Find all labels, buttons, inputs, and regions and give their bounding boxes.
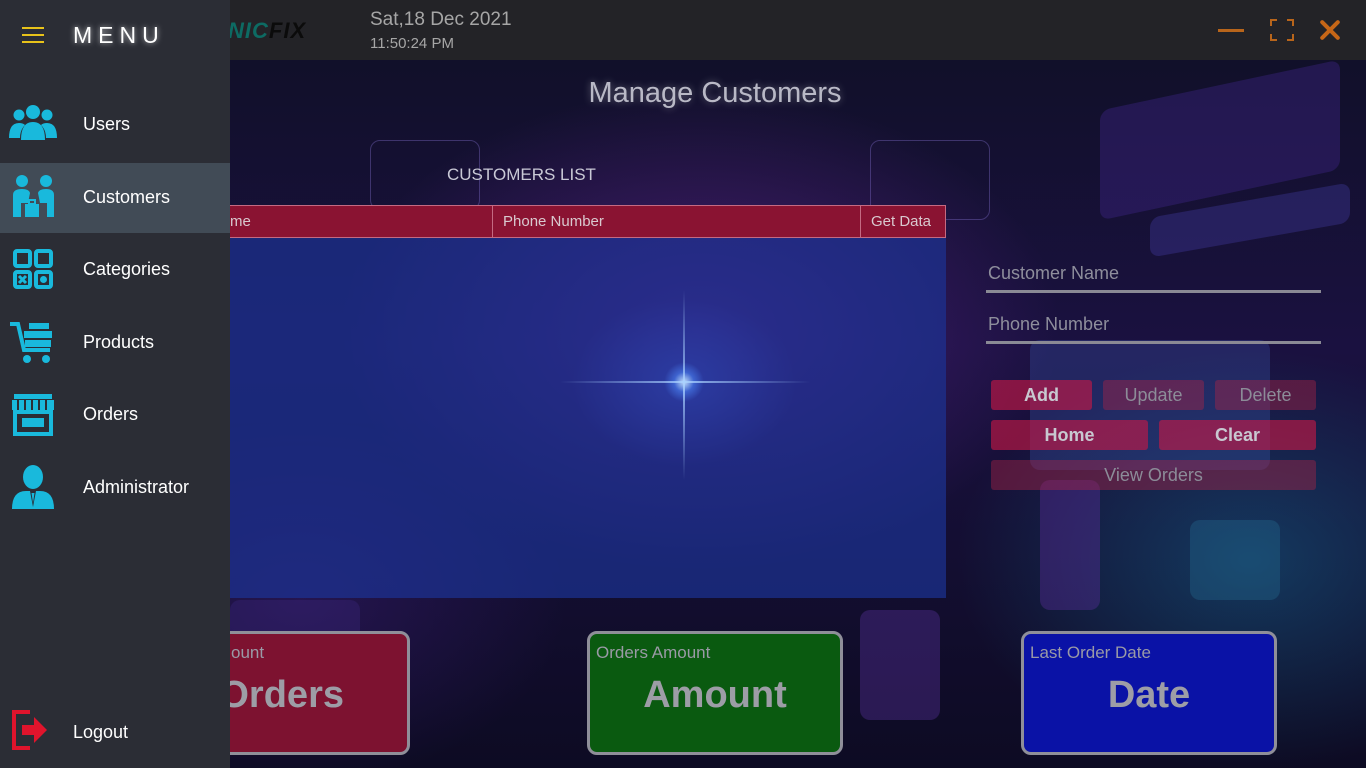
column-header-name[interactable]: me (230, 206, 493, 237)
customer-name-input[interactable] (986, 257, 1321, 290)
last-order-date-value: Date (1107, 674, 1191, 716)
menu-title: MENU (73, 22, 165, 48)
current-time: 11:50:24 PM (370, 35, 454, 52)
orders-amount-label: Orders Amount (596, 643, 711, 662)
phone-number-input[interactable] (986, 308, 1321, 341)
customers-list-caption: CUSTOMERS LIST (447, 165, 596, 184)
home-button[interactable]: Home (991, 420, 1148, 450)
maximize-icon[interactable] (1267, 14, 1297, 46)
hamburger-menu-icon[interactable] (22, 25, 44, 45)
app-brand: NICFIX (228, 18, 306, 44)
add-button[interactable]: Add (991, 380, 1092, 410)
sidebar-item-label: Administrator (83, 477, 190, 497)
categories-icon (13, 249, 53, 289)
last-order-date-card: Last Order Date Date (1021, 631, 1277, 755)
sidebar-item-label: Orders (83, 404, 139, 424)
brand-part-1: NIC (228, 18, 269, 43)
sidebar-item-label: Products (83, 332, 155, 352)
last-order-date-label: Last Order Date (1030, 643, 1151, 662)
customer-name-field (986, 257, 1321, 293)
sidebar-menu: MENU Users Customers Categories Products… (0, 0, 230, 768)
store-icon (12, 394, 54, 436)
logout-button[interactable]: Logout (0, 700, 230, 760)
orders-amount-value: Amount (643, 674, 787, 716)
view-orders-button[interactable]: View Orders (991, 460, 1316, 490)
admin-icon (12, 465, 54, 509)
customers-table-body[interactable] (230, 238, 946, 598)
sidebar-item-label: Categories (83, 259, 171, 279)
sidebar-item-orders[interactable]: Orders (0, 380, 230, 450)
users-icon (9, 105, 57, 140)
cart-icon (10, 322, 52, 363)
phone-number-field (986, 308, 1321, 344)
logout-label: Logout (73, 722, 129, 742)
sidebar-item-users[interactable]: Users (0, 90, 230, 160)
delete-button[interactable]: Delete (1215, 380, 1316, 410)
logout-icon (12, 710, 47, 750)
update-button[interactable]: Update (1103, 380, 1204, 410)
sidebar-item-label: Users (83, 114, 131, 134)
sidebar-item-administrator[interactable]: Administrator (0, 453, 230, 523)
column-header-get-data[interactable]: Get Data (861, 206, 946, 237)
brand-part-2: FIX (268, 18, 307, 43)
sidebar-item-customers[interactable]: Customers (0, 163, 230, 233)
close-icon[interactable] (1316, 14, 1346, 46)
customers-icon (13, 175, 54, 217)
sidebar-item-products[interactable]: Products (0, 308, 230, 378)
current-date: Sat,18 Dec 2021 (370, 9, 512, 30)
orders-amount-card: Orders Amount Amount (587, 631, 843, 755)
sidebar-item-label: Customers (83, 187, 171, 207)
column-header-phone[interactable]: Phone Number (493, 206, 861, 237)
customers-table-header: me Phone Number Get Data (230, 205, 946, 238)
sidebar-item-categories[interactable]: Categories (0, 235, 230, 305)
page-title: Manage Customers (588, 77, 842, 109)
clear-button[interactable]: Clear (1159, 420, 1316, 450)
orders-count-label: ount (231, 643, 265, 662)
minimize-icon[interactable] (1216, 14, 1246, 46)
